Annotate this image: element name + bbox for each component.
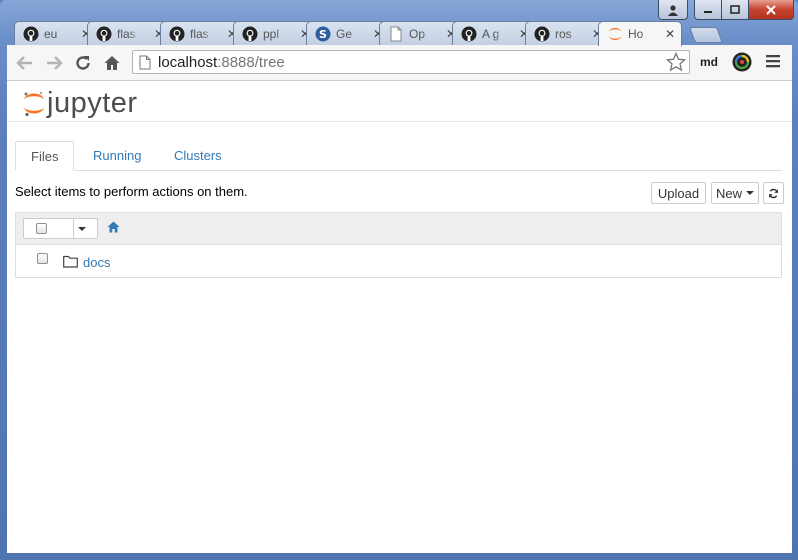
browser-window: eu ✕ flas ✕ flas ✕ ppl ✕ S Ge ✕ Op ✕ A g…	[0, 0, 798, 560]
new-label: New	[715, 185, 742, 201]
minimize-icon	[704, 10, 712, 13]
item-checkbox[interactable]	[37, 253, 48, 264]
jupyter-icon	[609, 28, 621, 40]
minimize-button[interactable]	[694, 0, 722, 20]
browser-tab[interactable]: flas ✕	[160, 21, 244, 45]
bookmark-star-icon[interactable]	[666, 52, 686, 72]
browser-tab[interactable]: S Ge ✕	[306, 21, 390, 45]
tab-title: eu	[44, 27, 58, 41]
tab-files[interactable]: Files	[15, 141, 75, 171]
reload-button[interactable]	[73, 53, 93, 73]
github-icon	[242, 26, 258, 42]
menu-icon[interactable]	[766, 54, 780, 68]
file-list: docs	[15, 212, 782, 278]
tab-close-icon[interactable]: ✕	[665, 28, 675, 40]
jupyter-logo[interactable]: jupyter	[23, 87, 138, 120]
profile-switch-button[interactable]	[658, 0, 688, 20]
file-list-header	[16, 213, 781, 245]
tab-title: Ge	[336, 27, 353, 41]
home-button[interactable]	[102, 53, 122, 73]
upload-button[interactable]: Upload	[651, 182, 706, 204]
browser-tab[interactable]: Op ✕	[379, 21, 463, 45]
select-all-dropdown[interactable]	[23, 218, 98, 239]
back-button[interactable]	[15, 53, 35, 73]
tab-clusters[interactable]: Clusters	[159, 141, 237, 170]
browser-tab[interactable]: ppl ✕	[233, 21, 317, 45]
tab-title: flas	[190, 27, 209, 41]
browser-tab-active[interactable]: Ho ✕	[598, 21, 682, 46]
url-host: localhost	[158, 54, 218, 71]
url-text: localhost:8888/tree	[158, 54, 285, 71]
browser-tab[interactable]: eu ✕	[14, 21, 98, 45]
tab-title: ros	[555, 27, 572, 41]
tab-title: A g	[482, 27, 500, 41]
upload-label: Upload	[657, 185, 700, 201]
tab-title: Op	[409, 27, 426, 41]
reload-icon	[76, 56, 90, 70]
browser-tab[interactable]: ros ✕	[525, 21, 609, 45]
github-icon	[23, 26, 39, 42]
github-icon	[534, 26, 550, 42]
page-icon	[139, 55, 151, 70]
forward-button[interactable]	[44, 53, 64, 73]
maximize-button[interactable]	[722, 0, 749, 20]
page-icon	[390, 26, 402, 42]
page-content: jupyter Files Running Clusters Select it…	[7, 81, 792, 553]
tab-running[interactable]: Running	[78, 141, 156, 170]
refresh-icon	[769, 188, 778, 198]
forward-arrow-icon	[47, 56, 63, 70]
divider	[73, 219, 74, 238]
close-window-button[interactable]	[749, 0, 794, 20]
blue-s-icon: S	[315, 26, 331, 42]
jupyter-logo-icon	[24, 91, 44, 116]
back-arrow-icon	[16, 56, 32, 70]
browser-tab[interactable]: flas ✕	[87, 21, 171, 45]
extension-icon[interactable]	[732, 52, 752, 72]
list-item[interactable]: docs	[16, 245, 781, 278]
svg-text:S: S	[319, 28, 327, 41]
github-icon	[169, 26, 185, 42]
folder-link[interactable]: docs	[83, 255, 110, 270]
select-all-checkbox[interactable]	[36, 223, 47, 234]
tab-title: ppl	[263, 27, 280, 41]
window-controls	[658, 0, 794, 20]
jupyter-logo-text: jupyter	[47, 87, 138, 119]
github-icon	[96, 26, 112, 42]
notebook-tabs: Files Running Clusters	[15, 141, 782, 171]
new-dropdown-button[interactable]: New	[711, 182, 759, 204]
refresh-button[interactable]	[763, 182, 784, 204]
new-tab-button[interactable]	[689, 27, 723, 43]
maximize-icon	[730, 4, 740, 14]
url-path: :8888/tree	[217, 54, 285, 71]
caret-down-icon	[746, 191, 754, 195]
home-icon[interactable]	[107, 221, 120, 233]
home-icon	[104, 56, 120, 70]
caret-down-icon[interactable]	[78, 227, 86, 231]
user-icon	[668, 4, 678, 16]
github-icon	[461, 26, 477, 42]
close-icon	[766, 4, 776, 15]
tab-title: Ho	[628, 27, 644, 41]
address-bar[interactable]: localhost:8888/tree	[132, 50, 690, 74]
tab-title: flas	[117, 27, 136, 41]
selection-hint: Select items to perform actions on them.	[15, 184, 248, 199]
jupyter-header: jupyter	[7, 81, 792, 122]
browser-tab[interactable]: A g ✕	[452, 21, 536, 45]
profile-label[interactable]: md	[700, 55, 718, 69]
folder-icon	[63, 255, 78, 268]
browser-toolbar: localhost:8888/tree md	[7, 45, 792, 81]
